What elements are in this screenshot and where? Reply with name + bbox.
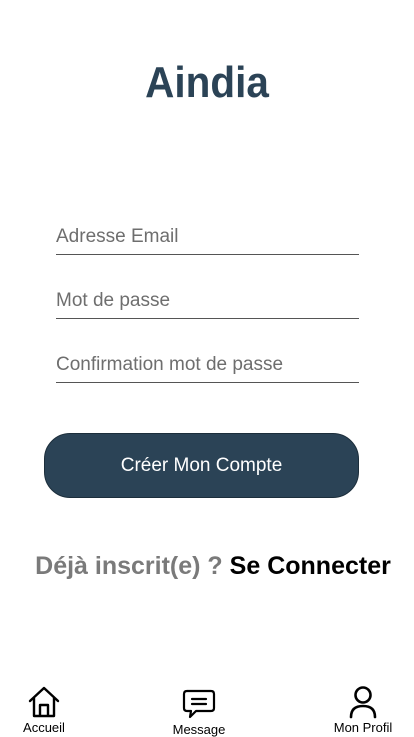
email-field-container [56, 222, 359, 255]
tab-home-label: Accueil [23, 720, 65, 735]
login-prompt: Déjà inscrit(e) ? Se Connecter [0, 552, 414, 581]
email-field[interactable] [56, 222, 359, 252]
create-account-button[interactable]: Créer Mon Compte [44, 433, 359, 498]
password-field[interactable] [56, 286, 359, 316]
tab-profile[interactable]: Mon Profil [328, 684, 398, 735]
profile-icon [345, 684, 381, 720]
app-logo: Aindia [145, 58, 269, 107]
tab-message[interactable]: Message [168, 686, 230, 737]
confirm-password-field-container [56, 350, 359, 383]
message-icon [181, 686, 217, 722]
login-link[interactable]: Se Connecter [230, 552, 391, 580]
tab-message-label: Message [172, 722, 226, 737]
tab-home[interactable]: Accueil [18, 684, 70, 735]
password-field-container [56, 286, 359, 319]
bottom-tab-bar: Accueil Message Mon Profil [0, 676, 414, 737]
tab-profile-label: Mon Profil [333, 720, 393, 735]
home-icon [26, 684, 62, 720]
confirm-password-field[interactable] [56, 350, 359, 380]
login-question: Déjà inscrit(e) ? [35, 552, 223, 580]
